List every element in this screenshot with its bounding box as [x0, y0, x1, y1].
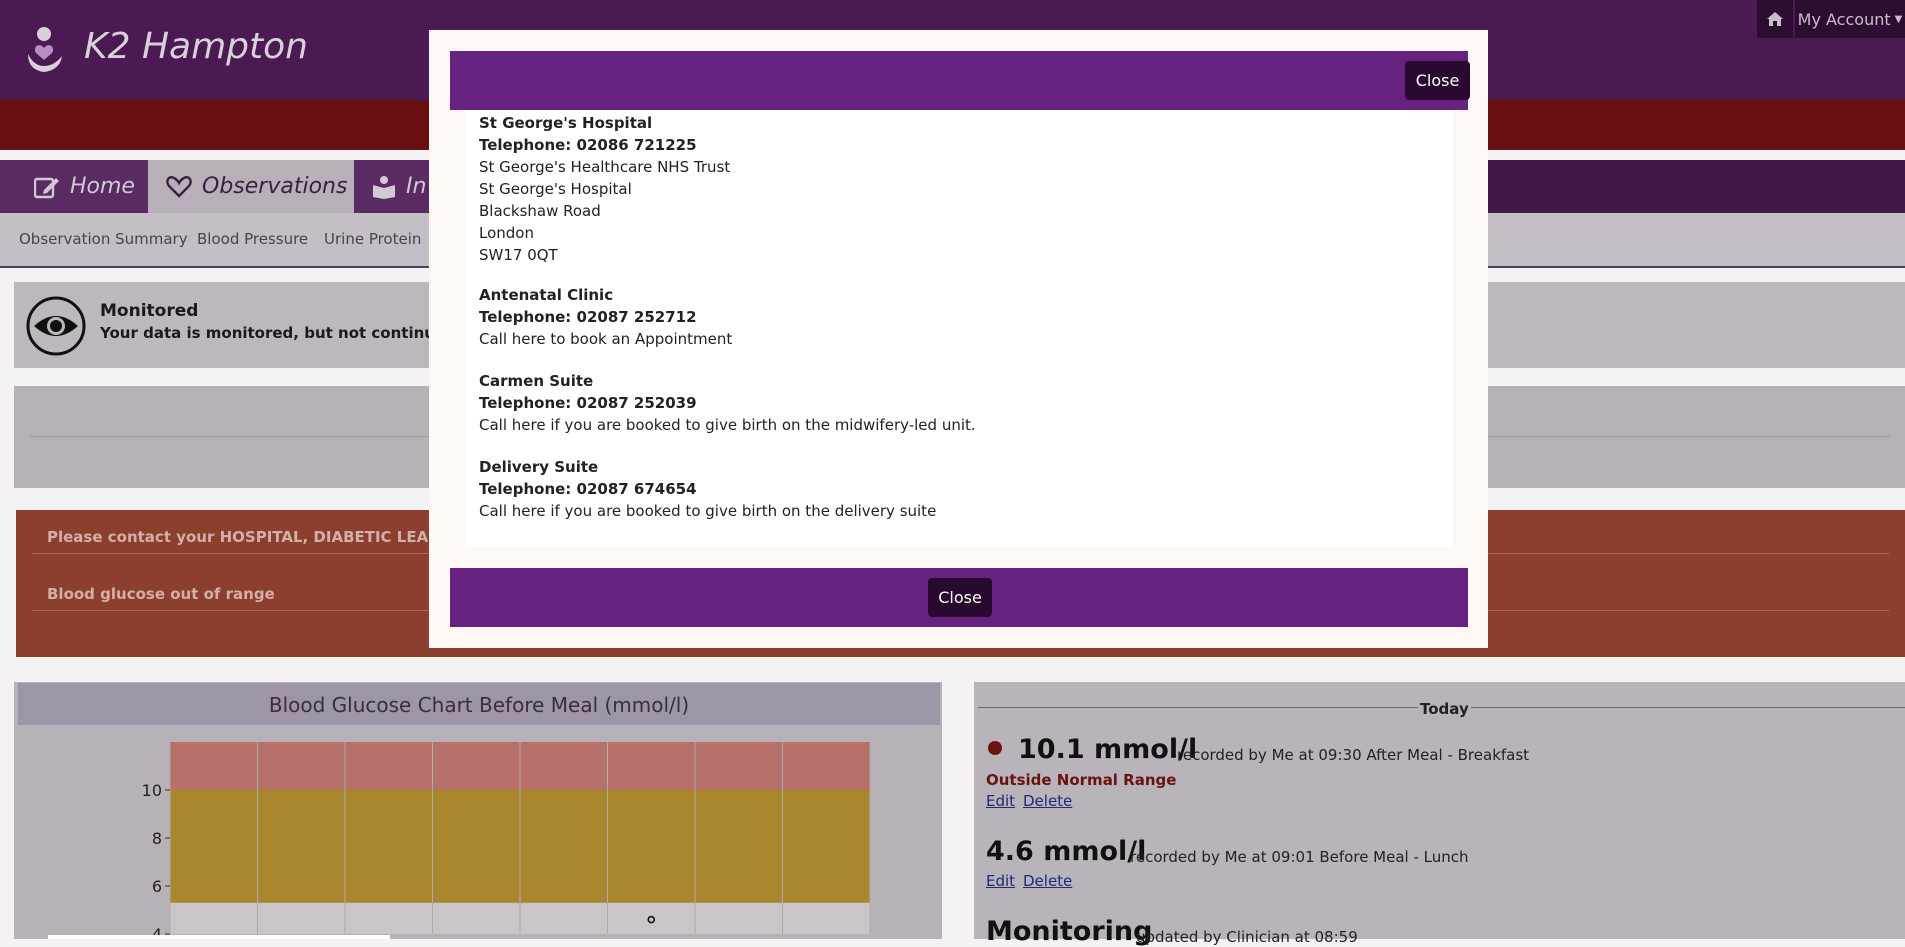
tab-observations[interactable]: Observations: [148, 160, 354, 213]
close-button-top[interactable]: Close: [1405, 61, 1470, 100]
my-account-button[interactable]: My Account ▼: [1795, 0, 1905, 38]
reading-note: recorded by Me at 09:01 Before Meal - Lu…: [1130, 848, 1469, 866]
blood-glucose-chart: 10864: [142, 742, 871, 939]
contact-alert-text: Please contact your HOSPITAL, DIABETIC L…: [47, 528, 490, 546]
contact-line: Call here to book an Appointment: [479, 330, 733, 348]
contact-phone: Telephone: 02087 252039: [479, 394, 697, 412]
out-of-range-label: Outside Normal Range: [986, 771, 1177, 789]
contact-block: Antenatal Clinic Telephone: 02087 252712…: [479, 284, 732, 350]
app-title: K2 Hampton: [84, 26, 308, 67]
contact-name: St George's Hospital: [479, 114, 653, 132]
contact-block: St George's Hospital Telephone: 02086 72…: [479, 112, 730, 266]
monitor-title: Monitored: [100, 301, 199, 321]
contact-block: Carmen Suite Telephone: 02087 252039 Cal…: [479, 370, 976, 436]
delete-link[interactable]: Delete: [1023, 872, 1072, 890]
contact-name: Antenatal Clinic: [479, 286, 614, 304]
y-tick-label: 6: [152, 877, 162, 896]
scrollbar-strip[interactable]: [48, 935, 390, 939]
contact-phone: Telephone: 02086 721225: [479, 136, 697, 154]
monitor-description: Your data is monitored, but not continua…: [100, 324, 470, 342]
tab-home[interactable]: Home: [0, 160, 148, 213]
contact-line: Call here if you are booked to give birt…: [479, 416, 976, 434]
contact-line: SW17 0QT: [479, 246, 558, 264]
contact-phone: Telephone: 02087 252712: [479, 308, 697, 326]
contact-line: St George's Healthcare NHS Trust: [479, 158, 731, 176]
modal-body: St George's Hospital Telephone: 02086 72…: [465, 110, 1453, 547]
mother-baby-logo-icon: [28, 27, 62, 72]
contact-phone: Telephone: 02087 674654: [479, 480, 697, 498]
contacts-modal: Close St George's Hospital Telephone: 02…: [429, 30, 1488, 648]
reading-value: 10.1 mmol/l: [1018, 734, 1198, 765]
y-tick-label: 10: [142, 781, 162, 800]
tab-information-label: In: [406, 174, 427, 199]
reading-note: recorded by Me at 09:30 After Meal - Bre…: [1177, 746, 1530, 764]
edit-icon: [34, 177, 59, 198]
glucose-alert-text: Blood glucose out of range: [47, 585, 275, 603]
out-of-range-dot-icon: [988, 741, 1002, 755]
today-panel: [974, 682, 1905, 939]
eye-icon: [26, 296, 86, 356]
modal-header: Close: [450, 51, 1470, 110]
subnav-blood-pressure[interactable]: Blood Pressure: [197, 230, 308, 248]
y-tick-label: 8: [152, 829, 162, 848]
monitoring-note: updated by Clinician at 08:59: [1136, 928, 1358, 946]
heart-icon: [166, 175, 192, 198]
edit-link[interactable]: Edit: [986, 872, 1015, 890]
subnav-observation-summary[interactable]: Observation Summary: [19, 230, 188, 248]
contact-name: Carmen Suite: [479, 372, 594, 390]
today-label: Today: [1418, 700, 1471, 718]
caret-down-icon: ▼: [1894, 13, 1903, 25]
chart-title: Blood Glucose Chart Before Meal (mmol/l): [268, 693, 690, 717]
reader-icon: [373, 175, 395, 199]
contact-block: Delivery Suite Telephone: 02087 674654 C…: [479, 456, 936, 522]
tab-observations-label: Observations: [202, 174, 348, 199]
contact-name: Delivery Suite: [479, 458, 599, 476]
contact-line: Call here if you are booked to give birt…: [479, 502, 937, 520]
home-button[interactable]: [1757, 0, 1793, 38]
monitoring-title: Monitoring: [986, 916, 1153, 947]
tab-home-label: Home: [70, 174, 135, 199]
my-account-label: My Account: [1797, 9, 1891, 29]
delete-link[interactable]: Delete: [1023, 792, 1072, 810]
modal-footer: Close: [450, 568, 1468, 627]
contact-line: London: [479, 224, 534, 242]
reading-value: 4.6 mmol/l: [986, 836, 1147, 867]
home-icon: [1767, 12, 1783, 26]
contact-line: St George's Hospital: [479, 180, 632, 198]
contact-line: Blackshaw Road: [479, 202, 601, 220]
close-button-bottom[interactable]: Close: [928, 578, 992, 617]
subnav-urine-protein[interactable]: Urine Protein: [324, 230, 421, 248]
edit-link[interactable]: Edit: [986, 792, 1015, 810]
